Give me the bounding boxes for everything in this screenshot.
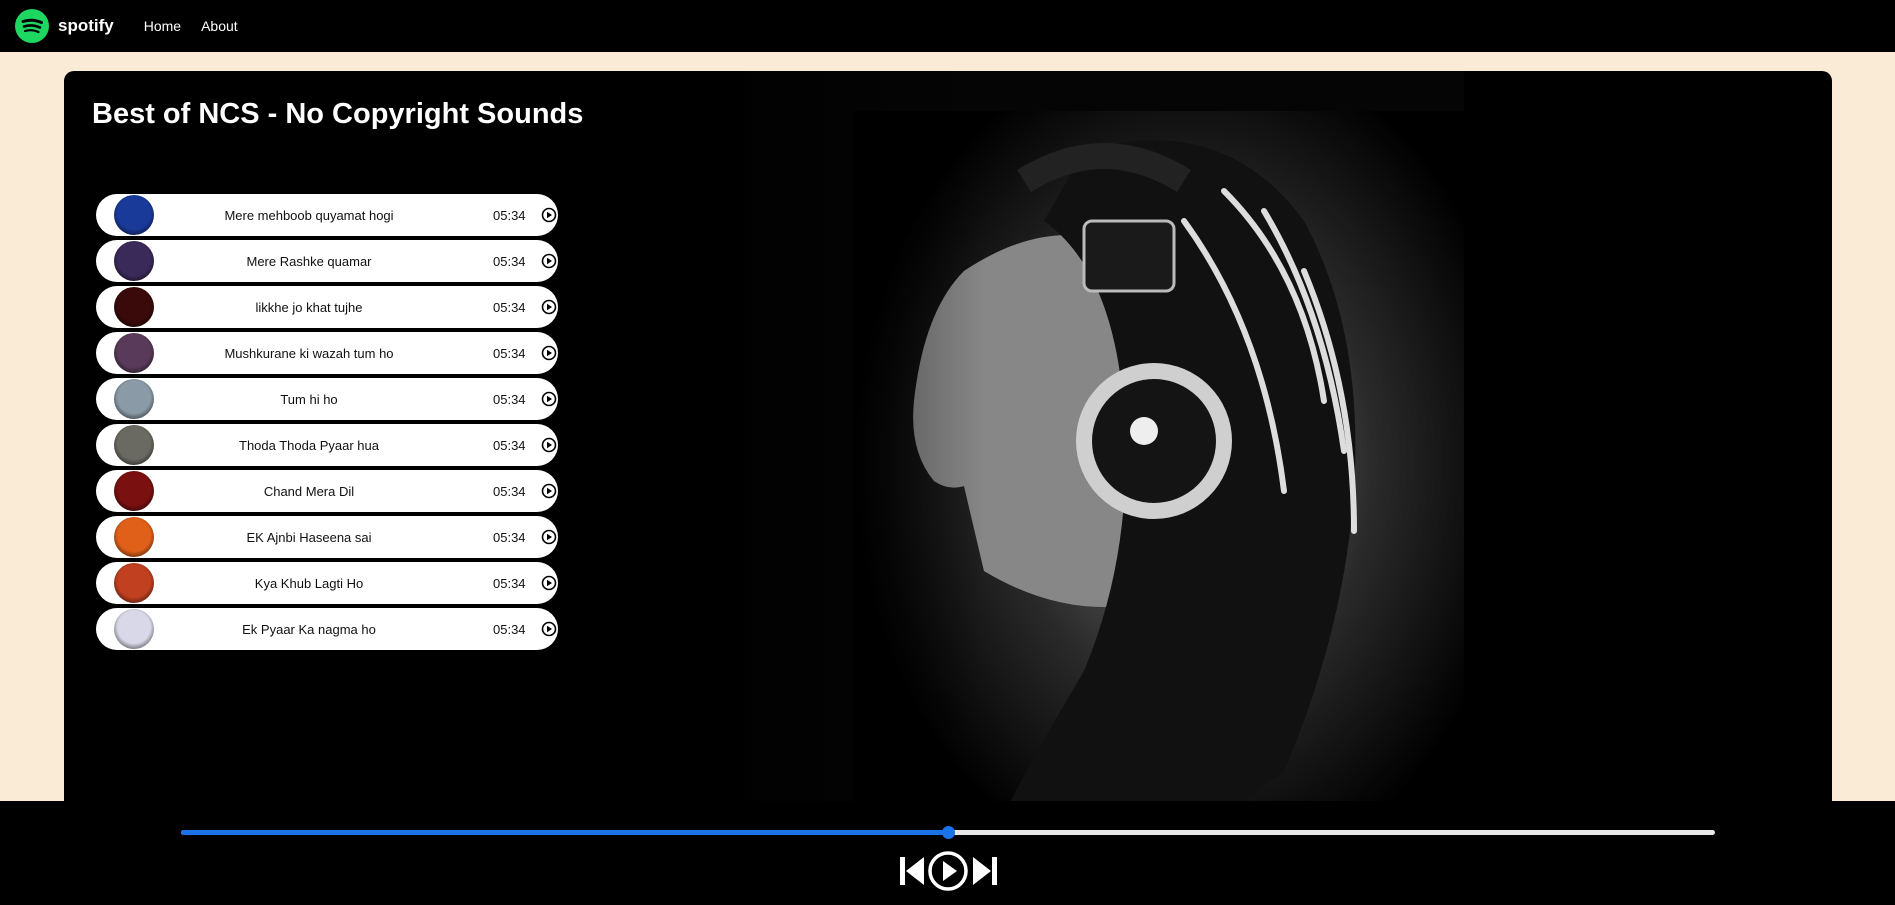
song-item[interactable]: Mere mehboob quyamat hogi 05:34 [96,194,558,236]
play-circle-icon[interactable] [541,621,557,637]
play-circle-icon[interactable] [541,529,557,545]
play-circle-icon[interactable] [541,437,557,453]
song-cover-image [114,563,154,603]
progress-thumb[interactable] [942,826,955,839]
song-cover-image [114,471,154,511]
song-name: likkhe jo khat tujhe [255,299,363,315]
play-circle-icon[interactable] [541,299,557,315]
song-cover-image [114,379,154,419]
song-duration: 05:34 [493,391,526,407]
song-item[interactable]: Tum hi ho 05:34 [96,378,558,420]
song-name: Thoda Thoda Pyaar hua [239,437,379,453]
song-item[interactable]: Mere Rashke quamar 05:34 [96,240,558,282]
song-cover-image [114,287,154,327]
song-item[interactable]: Thoda Thoda Pyaar hua 05:34 [96,424,558,466]
song-cover-image [114,195,154,235]
song-name: Chand Mera Dil [263,483,355,499]
song-name: Ek Pyaar Ka nagma ho [242,621,376,637]
song-name: Mushkurane ki wazah tum ho [224,345,394,361]
next-icon[interactable] [972,855,998,887]
song-item[interactable]: Mushkurane ki wazah tum ho 05:34 [96,332,558,374]
song-cover-image [114,517,154,557]
song-name: Tum hi ho [280,391,338,407]
play-circle-icon[interactable] [541,253,557,269]
song-duration: 05:34 [493,253,526,269]
song-duration: 05:34 [493,437,526,453]
song-list: Mere mehboob quyamat hogi 05:34 Mere Rashk… [96,194,558,654]
song-item[interactable]: Chand Mera Dil 05:34 [96,470,558,512]
spotify-logo-icon[interactable] [15,9,49,43]
song-duration: 05:34 [493,299,526,315]
song-cover-image [114,425,154,465]
song-item[interactable]: likkhe jo khat tujhe 05:34 [96,286,558,328]
song-duration: 05:34 [493,575,526,591]
nav-link-home[interactable]: Home [144,18,181,34]
song-cover-image [114,241,154,281]
play-circle-icon[interactable] [927,851,969,891]
album-art-image [664,71,1464,891]
song-duration: 05:34 [493,529,526,545]
song-item[interactable]: EK Ajnbi Haseena sai 05:34 [96,516,558,558]
song-cover-image [114,333,154,373]
song-duration: 05:34 [493,345,526,361]
progress-fill [181,830,948,835]
previous-icon[interactable] [899,855,925,887]
progress-slider[interactable] [181,826,1715,839]
song-duration: 05:34 [493,207,526,223]
song-item[interactable]: Ek Pyaar Ka nagma ho 05:34 [96,608,558,650]
brand-name[interactable]: spotify [58,16,114,36]
play-circle-icon[interactable] [541,483,557,499]
play-circle-icon[interactable] [541,391,557,407]
song-cover-image [114,609,154,649]
song-duration: 05:34 [493,621,526,637]
song-name: Kya Khub Lagti Ho [254,575,364,591]
song-name: Mere mehboob quyamat hogi [224,207,394,223]
player-bar [0,801,1895,905]
play-circle-icon[interactable] [541,207,557,223]
navbar: spotify Home About [0,0,1895,52]
song-name: EK Ajnbi Haseena sai [246,529,372,545]
playlist-container: Best of NCS - No Copyright Sounds Mere m… [64,71,1832,891]
play-circle-icon[interactable] [541,575,557,591]
page-title: Best of NCS - No Copyright Sounds [92,98,584,130]
song-name: Mere Rashke quamar [246,253,372,269]
playback-controls [899,849,999,891]
song-duration: 05:34 [493,483,526,499]
nav-link-about[interactable]: About [201,18,238,34]
play-circle-icon[interactable] [541,345,557,361]
song-item[interactable]: Kya Khub Lagti Ho 05:34 [96,562,558,604]
